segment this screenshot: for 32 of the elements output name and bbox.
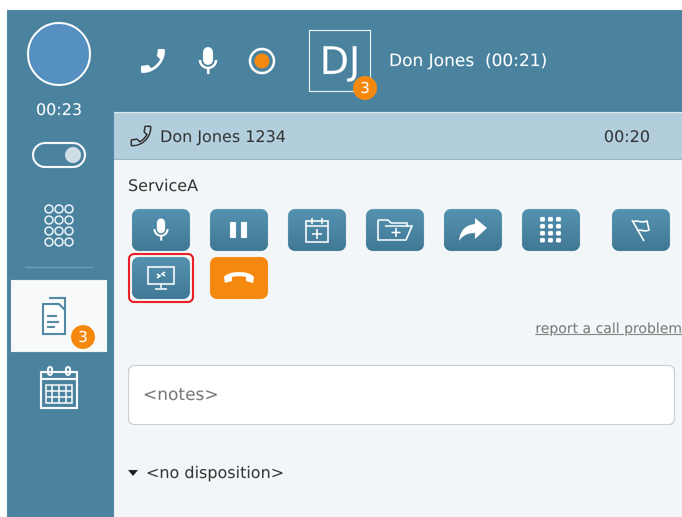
- keypad-icon: [540, 217, 562, 243]
- disposition-dropdown[interactable]: <no disposition>: [128, 463, 284, 482]
- monitor-icon: [146, 265, 176, 291]
- keypad-button[interactable]: [522, 209, 580, 251]
- contact-name: Don Jones (00:21): [389, 51, 548, 71]
- toggle-switch[interactable]: [32, 142, 86, 168]
- transfer-button[interactable]: [444, 209, 502, 251]
- calendar-icon: [39, 366, 79, 410]
- forward-arrow-icon: [457, 217, 489, 243]
- phone-hangup-icon: [222, 270, 256, 286]
- report-problem-link[interactable]: report a call problem: [535, 321, 682, 337]
- record-icon[interactable]: [247, 46, 277, 76]
- folder-button[interactable]: [366, 209, 424, 251]
- call-title: Don Jones 1234: [160, 126, 286, 146]
- phone-icon: [128, 123, 154, 149]
- schedule-button[interactable]: [288, 209, 346, 251]
- screen-button[interactable]: [132, 257, 190, 299]
- hold-button[interactable]: [210, 209, 268, 251]
- notes-field[interactable]: <notes>: [128, 365, 675, 425]
- pause-icon: [228, 220, 250, 240]
- microphone-icon[interactable]: [197, 45, 219, 77]
- sidebar-item[interactable]: 3: [11, 280, 107, 352]
- flag-button[interactable]: [612, 209, 670, 251]
- session-timer: 00:23: [36, 100, 82, 119]
- folder-plus-icon: [375, 216, 415, 244]
- hangup-button[interactable]: [210, 257, 268, 299]
- calendar-plus-icon: [304, 216, 330, 244]
- call-duration: 00:20: [604, 126, 650, 146]
- caret-icon: [128, 468, 138, 476]
- count-badge: 3: [71, 325, 95, 349]
- mute-button[interactable]: [132, 209, 190, 251]
- service-name: ServiceA: [128, 176, 200, 195]
